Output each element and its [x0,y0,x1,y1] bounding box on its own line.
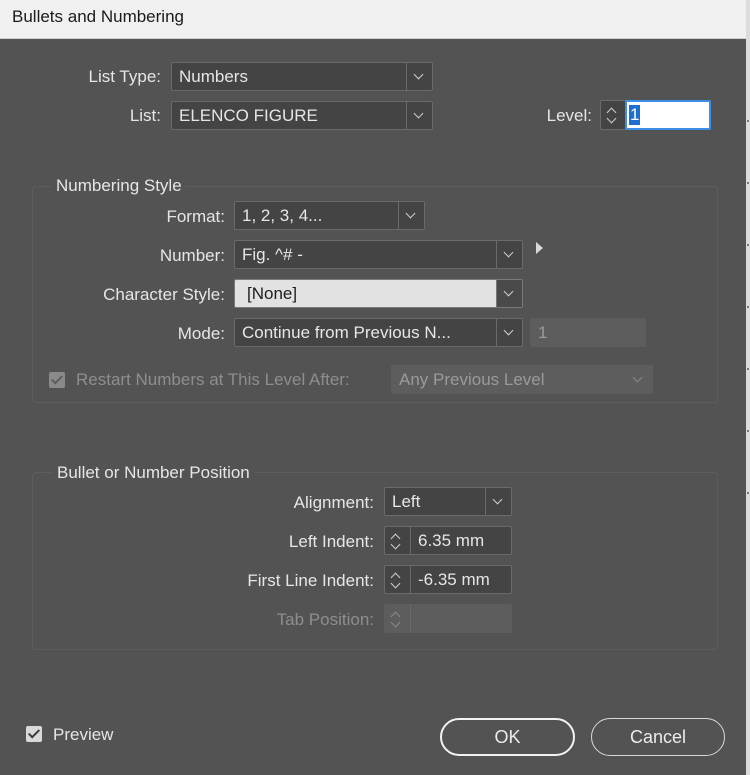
format-label: Format: [166,207,225,226]
cancel-button[interactable]: Cancel [591,718,725,756]
left-indent-value: 6.35 mm [418,531,485,550]
window-edge [746,0,750,775]
chevron-down-icon[interactable] [406,63,432,90]
preview-label: Preview [53,725,114,744]
stepper-arrows-icon[interactable] [385,605,411,632]
chevron-down-icon[interactable] [626,366,652,393]
character-style-value: [None] [247,284,298,303]
restart-numbers-label: Restart Numbers at This Level After: [76,370,350,389]
mode-start-number-value: 1 [538,323,548,342]
mode-dropdown[interactable]: Continue from Previous N... [234,318,523,347]
left-indent-stepper[interactable]: 6.35 mm [384,526,512,555]
restart-level-value: Any Previous Level [399,370,545,389]
level-label: Level: [546,106,592,125]
character-style-label: Character Style: [103,285,225,304]
list-dropdown[interactable]: ELENCO FIGURE [171,101,433,130]
tab-position-stepper[interactable] [384,604,512,633]
mode-start-number-field[interactable]: 1 [530,318,646,347]
ok-button[interactable]: OK [440,718,575,756]
list-type-dropdown[interactable]: Numbers [171,62,433,91]
insert-special-character-menu-icon[interactable] [536,242,543,254]
position-group [32,472,718,650]
tab-position-label: Tab Position: [276,610,374,629]
format-dropdown[interactable]: 1, 2, 3, 4... [234,201,425,230]
dialog-title: Bullets and Numbering [12,7,184,26]
number-value: Fig. ^# - [242,245,303,264]
stepper-arrows-icon[interactable] [385,566,411,593]
position-title: Bullet or Number Position [53,463,254,483]
chevron-down-icon[interactable] [406,102,432,129]
chevron-down-icon[interactable] [398,202,424,229]
character-style-dropdown[interactable]: [None] [234,279,523,308]
chevron-down-icon[interactable] [496,319,522,346]
format-value: 1, 2, 3, 4... [242,206,323,225]
alignment-dropdown[interactable]: Left [384,487,512,516]
list-type-label: List Type: [88,67,161,86]
restart-level-dropdown[interactable]: Any Previous Level [391,365,653,394]
title-bar: Bullets and Numbering [0,0,746,39]
preview-checkbox[interactable] [26,726,42,742]
list-label: List: [129,106,161,125]
list-value: ELENCO FIGURE [179,106,318,125]
left-indent-label: Left Indent: [288,532,374,551]
first-line-indent-value: -6.35 mm [418,570,490,589]
chevron-down-icon[interactable] [485,488,511,515]
alignment-value: Left [392,492,421,511]
list-type-value: Numbers [179,67,248,86]
stepper-arrows-icon[interactable] [601,101,627,129]
level-input[interactable]: 1 [625,100,711,130]
number-label: Number: [159,246,225,265]
chevron-down-icon[interactable] [496,280,522,307]
number-combobox[interactable]: Fig. ^# - [234,240,523,269]
mode-value: Continue from Previous N... [242,323,451,342]
level-value: 1 [629,105,641,125]
alignment-label: Alignment: [293,493,374,512]
first-line-indent-stepper[interactable]: -6.35 mm [384,565,512,594]
restart-numbers-checkbox[interactable] [49,372,65,388]
numbering-style-title: Numbering Style [52,176,186,196]
first-line-indent-label: First Line Indent: [247,571,374,590]
mode-label: Mode: [177,324,225,343]
chevron-down-icon[interactable] [496,241,522,268]
stepper-arrows-icon[interactable] [385,527,411,554]
